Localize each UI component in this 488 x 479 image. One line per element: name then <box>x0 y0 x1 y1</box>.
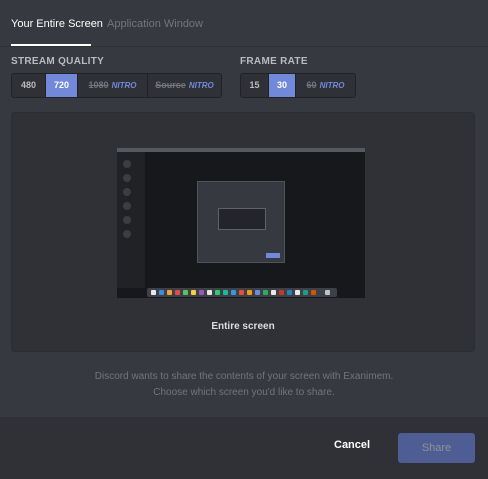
dock-app-icon <box>247 290 252 295</box>
dock-app-icon <box>325 290 330 295</box>
nitro-badge: NITRO <box>111 81 137 90</box>
share-description-line1: Discord wants to share the contents of y… <box>94 371 394 382</box>
share-description-line2: Choose which screen you'd like to share. <box>153 387 335 398</box>
dock-app-icon <box>239 290 244 295</box>
cancel-button[interactable]: Cancel <box>334 439 370 451</box>
quality-option-720[interactable]: 720 <box>46 74 78 97</box>
thumbnail-server-icon <box>123 202 131 210</box>
thumbnail-sidebar <box>117 152 145 288</box>
dock-app-icon <box>207 290 212 295</box>
nitro-badge: NITRO <box>319 81 345 90</box>
thumbnail-dialog <box>197 181 285 263</box>
screen-preview-panel[interactable]: Entire screen <box>11 112 475 352</box>
stream-quality-label: STREAM QUALITY <box>11 56 105 67</box>
screen-share-tabs: Your Entire Screen Application Window <box>0 0 488 47</box>
quality-option-1080[interactable]: 1080 NITRO <box>78 74 148 97</box>
dock-app-icon <box>151 290 156 295</box>
frame-rate-label: FRAME RATE <box>240 56 308 67</box>
dock-app-icon <box>159 290 164 295</box>
dock-app-icon <box>263 290 268 295</box>
thumbnail-server-icon <box>123 216 131 224</box>
frame-rate-selector: 15 30 60 NITRO <box>240 73 356 98</box>
thumbnail-dock <box>147 288 337 297</box>
stream-quality-selector: 480 720 1080 NITRO Source NITRO <box>11 73 222 98</box>
dock-app-icon <box>231 290 236 295</box>
tab-application-window[interactable]: Application Window <box>107 18 203 30</box>
dock-app-icon <box>175 290 180 295</box>
dock-app-icon <box>183 290 188 295</box>
active-tab-indicator <box>11 44 91 46</box>
dock-app-icon <box>311 290 316 295</box>
preview-label: Entire screen <box>211 321 275 332</box>
quality-option-480[interactable]: 480 <box>12 74 46 97</box>
thumbnail-server-icon <box>123 174 131 182</box>
dock-app-icon <box>271 290 276 295</box>
thumbnail-dialog-button <box>266 253 280 258</box>
nitro-badge: NITRO <box>188 81 214 90</box>
share-button[interactable]: Share <box>398 433 475 463</box>
dock-app-icon <box>215 290 220 295</box>
modal-footer: Cancel Share <box>0 417 488 479</box>
framerate-option-30[interactable]: 30 <box>269 74 296 97</box>
dock-app-icon <box>303 290 308 295</box>
quality-source-label: Source <box>155 80 186 90</box>
thumbnail-server-icon <box>123 230 131 238</box>
dock-app-icon <box>279 290 284 295</box>
screen-thumbnail[interactable] <box>117 148 365 298</box>
dock-app-icon <box>167 290 172 295</box>
thumbnail-menubar <box>117 148 365 152</box>
thumbnail-server-icon <box>123 160 131 168</box>
dock-app-icon <box>255 290 260 295</box>
dock-app-icon <box>287 290 292 295</box>
framerate-option-15[interactable]: 15 <box>241 74 269 97</box>
quality-1080-label: 1080 <box>88 80 109 90</box>
thumbnail-dialog-preview <box>218 208 266 230</box>
dock-app-icon <box>199 290 204 295</box>
framerate-option-60[interactable]: 60 NITRO <box>296 74 355 97</box>
tab-entire-screen[interactable]: Your Entire Screen <box>11 18 103 30</box>
quality-option-source[interactable]: Source NITRO <box>148 74 221 97</box>
framerate-60-label: 60 <box>306 80 317 90</box>
dock-app-icon <box>223 290 228 295</box>
dock-app-icon <box>191 290 196 295</box>
dock-app-icon <box>295 290 300 295</box>
thumbnail-server-icon <box>123 188 131 196</box>
